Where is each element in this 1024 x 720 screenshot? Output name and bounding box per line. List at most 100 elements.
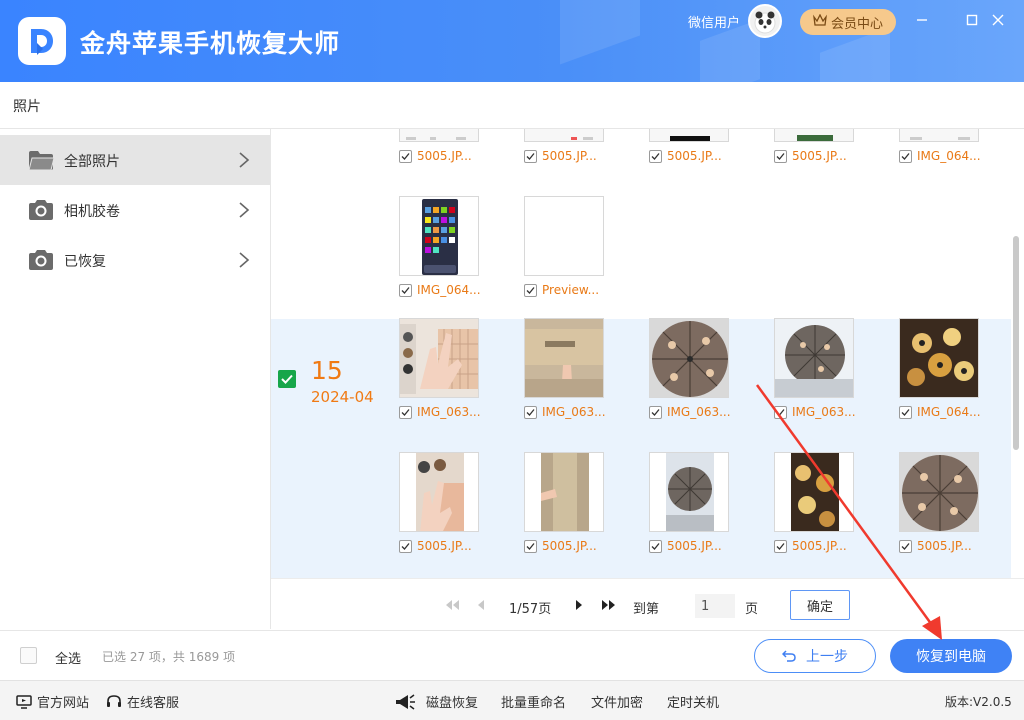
- photo-caption: 5005.JP...: [399, 148, 472, 164]
- photo-caption: 5005.JP...: [524, 538, 597, 554]
- photo-filename: IMG_063...: [792, 405, 856, 419]
- minimize-button[interactable]: [912, 10, 932, 30]
- photo-filename: 5005.JP...: [667, 149, 722, 163]
- section-bar: 照片: [0, 82, 1024, 129]
- previous-step-label: 上一步: [806, 649, 848, 665]
- member-center-button[interactable]: 会员中心: [800, 9, 896, 35]
- photo-checkbox[interactable]: [774, 149, 787, 163]
- photo-caption: 5005.JP...: [899, 538, 972, 554]
- photo-checkbox[interactable]: [649, 405, 662, 419]
- photo-checkbox[interactable]: [399, 283, 412, 297]
- photo-caption: 5005.JP...: [774, 538, 847, 554]
- timer-shutdown-link[interactable]: 定时关机: [667, 692, 719, 711]
- photo-checkbox[interactable]: [524, 539, 537, 553]
- sidebar-item-recovered[interactable]: 已恢复: [0, 235, 270, 285]
- first-page-icon[interactable]: [443, 599, 461, 611]
- photo-thumbnail[interactable]: [774, 129, 854, 142]
- file-encrypt-link[interactable]: 文件加密: [591, 692, 643, 711]
- photo-checkbox[interactable]: [524, 149, 537, 163]
- official-website-link[interactable]: 官方网站: [16, 692, 89, 711]
- online-support-label: 在线客服: [127, 696, 180, 711]
- select-all-label[interactable]: 全选: [55, 648, 81, 667]
- back-arrow-icon: [782, 650, 796, 662]
- camera-icon: [29, 250, 53, 270]
- photo-checkbox[interactable]: [774, 539, 787, 553]
- photo-caption: IMG_063...: [399, 404, 481, 420]
- avatar[interactable]: [748, 4, 782, 38]
- crown-icon: [813, 13, 827, 30]
- photo-checkbox[interactable]: [899, 149, 912, 163]
- confirm-page-button[interactable]: 确定: [790, 590, 850, 620]
- photo-filename: 5005.JP...: [792, 149, 847, 163]
- photo-filename: 5005.JP...: [667, 539, 722, 553]
- disk-recovery-label: 磁盘恢复: [426, 696, 479, 711]
- sidebar-item-label: 全部照片: [64, 154, 120, 170]
- grid-scrollbar[interactable]: [1013, 236, 1019, 450]
- photo-checkbox[interactable]: [524, 283, 537, 297]
- photo-thumbnail[interactable]: [524, 318, 604, 398]
- header-decoration: [560, 0, 640, 65]
- photo-thumbnail[interactable]: [899, 129, 979, 142]
- photo-thumbnail[interactable]: [774, 452, 854, 532]
- monitor-icon: [16, 694, 32, 709]
- batch-rename-link[interactable]: 批量重命名: [501, 692, 566, 711]
- photo-thumbnail[interactable]: [399, 196, 479, 276]
- photo-thumbnail[interactable]: [899, 452, 979, 532]
- photo-checkbox[interactable]: [649, 149, 662, 163]
- photo-caption: 5005.JP...: [649, 148, 722, 164]
- sidebar: 全部照片 相机胶卷 已恢复: [0, 129, 271, 629]
- last-page-icon[interactable]: [600, 599, 618, 611]
- app-window: 金舟苹果手机恢复大师 微信用户 会员中心 照片 全部照片 相机胶卷 已恢复 50…: [0, 0, 1024, 720]
- megaphone-icon: [396, 693, 415, 710]
- photo-grid: 5005.JP... 5005.JP... 5005.JP... 5005.JP…: [271, 129, 1024, 578]
- sidebar-item-label: 已恢复: [64, 254, 106, 270]
- maximize-icon: [966, 14, 978, 26]
- photo-checkbox[interactable]: [399, 405, 412, 419]
- maximize-button[interactable]: [962, 10, 982, 30]
- app-title: 金舟苹果手机恢复大师: [80, 29, 341, 58]
- next-page-icon[interactable]: [573, 599, 585, 611]
- photo-thumbnail[interactable]: [399, 318, 479, 398]
- photo-checkbox[interactable]: [399, 149, 412, 163]
- photo-thumbnail[interactable]: [524, 129, 604, 142]
- camera-icon: [29, 200, 53, 220]
- photo-thumbnail[interactable]: [399, 452, 479, 532]
- chevron-right-icon: [239, 202, 250, 218]
- photo-checkbox[interactable]: [649, 539, 662, 553]
- photo-thumbnail[interactable]: [649, 129, 729, 142]
- online-support-link[interactable]: 在线客服: [106, 692, 179, 711]
- sidebar-item-all-photos[interactable]: 全部照片: [0, 135, 270, 185]
- photo-thumbnail[interactable]: [524, 196, 604, 276]
- photo-thumbnail[interactable]: [899, 318, 979, 398]
- page-number-input[interactable]: [695, 594, 735, 618]
- app-logo: [18, 17, 66, 65]
- photo-checkbox[interactable]: [399, 539, 412, 553]
- sidebar-item-camera-roll[interactable]: 相机胶卷: [0, 185, 270, 235]
- headset-icon: [107, 695, 121, 707]
- photo-thumbnail[interactable]: [399, 129, 479, 142]
- previous-step-button[interactable]: 上一步: [754, 639, 876, 673]
- date-group-checkbox[interactable]: [278, 370, 296, 388]
- photo-filename: IMG_064...: [917, 405, 981, 419]
- date-group-year-month: 2024-04: [311, 388, 374, 406]
- photo-checkbox[interactable]: [899, 405, 912, 419]
- close-button[interactable]: [988, 10, 1008, 30]
- photo-thumbnail[interactable]: [649, 318, 729, 398]
- prev-page-icon[interactable]: [475, 599, 487, 611]
- photo-thumbnail[interactable]: [774, 318, 854, 398]
- date-group-day: 15: [311, 356, 343, 385]
- sidebar-item-label: 相机胶卷: [64, 204, 120, 220]
- disk-recovery-link[interactable]: 磁盘恢复: [394, 692, 478, 711]
- select-all-checkbox[interactable]: [20, 647, 37, 664]
- photo-filename: 5005.JP...: [542, 149, 597, 163]
- photo-checkbox[interactable]: [524, 405, 537, 419]
- photo-thumbnail[interactable]: [524, 452, 604, 532]
- user-name[interactable]: 微信用户: [688, 12, 740, 31]
- recover-to-computer-button[interactable]: 恢复到电脑: [890, 639, 1012, 673]
- photo-thumbnail[interactable]: [649, 452, 729, 532]
- photo-checkbox[interactable]: [899, 539, 912, 553]
- photo-caption: 5005.JP...: [774, 148, 847, 164]
- photo-filename: IMG_063...: [667, 405, 731, 419]
- photo-checkbox[interactable]: [774, 405, 787, 419]
- section-title: 照片: [13, 99, 41, 115]
